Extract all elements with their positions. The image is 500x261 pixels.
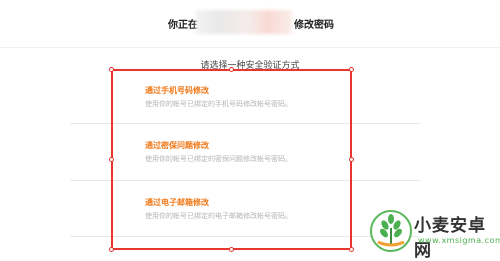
resize-handle: [349, 157, 354, 162]
resize-handle: [349, 247, 354, 252]
highlight-box: [111, 69, 352, 250]
page-header: 你正在为 修改密码: [0, 0, 500, 46]
title-suffix: 修改密码: [294, 20, 334, 31]
watermark-logo-icon: [370, 210, 412, 252]
resize-handle: [109, 67, 114, 72]
resize-handle: [109, 157, 114, 162]
redacted-account-name: [196, 10, 292, 34]
resize-handle: [229, 67, 234, 72]
watermark-url: www.xmsigma.com: [418, 236, 500, 245]
watermark: 小麦安卓网 www.xmsigma.com: [368, 207, 500, 261]
resize-handle: [109, 247, 114, 252]
header-divider: [0, 47, 500, 48]
resize-handle: [229, 247, 234, 252]
resize-handle: [349, 67, 354, 72]
